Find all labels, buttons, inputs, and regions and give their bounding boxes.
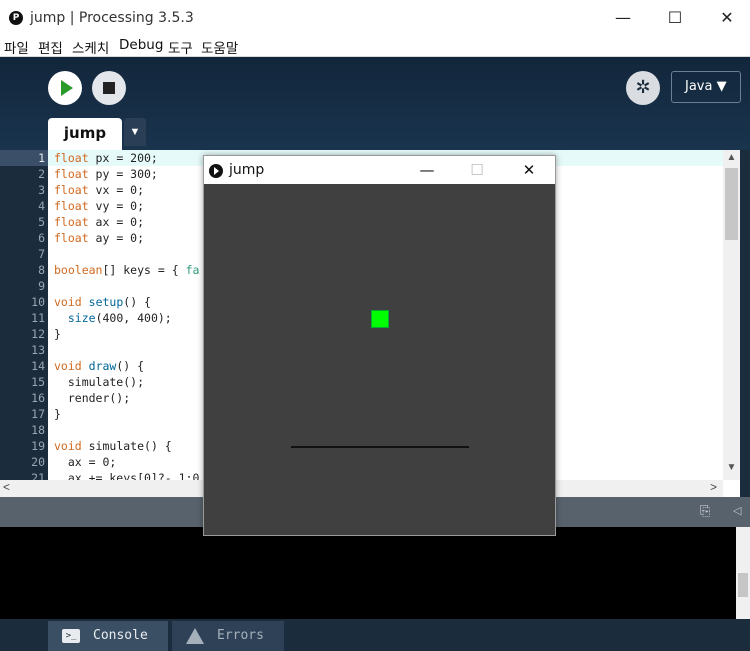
line-number: 6 bbox=[38, 231, 45, 245]
menu-debug[interactable]: Debug bbox=[119, 37, 163, 53]
line-number: 1 bbox=[38, 151, 45, 165]
processing-icon: P bbox=[9, 11, 23, 25]
title-bar: P jump | Processing 3.5.3 — ☐ ✕ bbox=[0, 0, 750, 35]
window-title: jump | Processing 3.5.3 bbox=[30, 10, 194, 26]
line-number: 16 bbox=[31, 391, 45, 405]
console-icon: >_ bbox=[62, 629, 80, 643]
debug-butterfly-icon[interactable]: ✲ bbox=[626, 71, 660, 105]
code-line: float px = 200; bbox=[54, 151, 158, 165]
close-button[interactable]: ✕ bbox=[704, 0, 750, 35]
tab-menu-arrow-icon[interactable]: ▼ bbox=[124, 118, 146, 146]
tab-errors[interactable]: Errors bbox=[172, 621, 284, 651]
code-line: ax += keys[0]?-.1:0 bbox=[54, 471, 200, 480]
code-line: simulate(); bbox=[54, 375, 145, 389]
menu-bar: 파일 편집 스케치 Debug 도구 도움말 bbox=[0, 35, 750, 57]
menu-help[interactable]: 도움말 bbox=[201, 37, 238, 57]
sketch-maximize-button: ☐ bbox=[470, 161, 484, 179]
tab-jump[interactable]: jump bbox=[48, 118, 122, 150]
copy-icon[interactable]: ⎘ bbox=[700, 503, 710, 519]
menu-tools[interactable]: 도구 bbox=[168, 37, 193, 57]
line-number-gutter: 1 2 3 4 5 6 7 8 9 10 11 12 13 14 15 16 1… bbox=[0, 150, 48, 485]
code-line: render(); bbox=[54, 391, 131, 405]
ground-line bbox=[291, 446, 469, 448]
tab-console[interactable]: >_ Console bbox=[48, 621, 168, 651]
code-line: } bbox=[54, 407, 61, 421]
line-number: 5 bbox=[38, 215, 45, 229]
line-number: 17 bbox=[31, 407, 45, 421]
line-number: 14 bbox=[31, 359, 45, 373]
line-number: 10 bbox=[31, 295, 45, 309]
console-tab-bar: >_ Console Errors bbox=[0, 619, 750, 651]
line-number: 19 bbox=[31, 439, 45, 453]
sketch-minimize-button[interactable]: — bbox=[407, 156, 447, 184]
sketch-canvas[interactable] bbox=[204, 184, 555, 535]
editor-vertical-scrollbar[interactable]: ▲ ▼ bbox=[723, 150, 740, 480]
code-line: } bbox=[54, 327, 61, 341]
player-square bbox=[371, 310, 389, 328]
console-scrollbar[interactable] bbox=[736, 527, 750, 619]
line-number: 11 bbox=[31, 311, 45, 325]
scrollbar-thumb[interactable] bbox=[725, 168, 738, 240]
minimize-button[interactable]: — bbox=[600, 0, 646, 35]
line-number: 13 bbox=[31, 343, 45, 357]
run-button[interactable] bbox=[48, 71, 82, 105]
scrollbar-thumb[interactable] bbox=[738, 573, 748, 597]
line-number: 18 bbox=[31, 423, 45, 437]
console-output[interactable] bbox=[0, 527, 736, 619]
line-number: 2 bbox=[38, 167, 45, 181]
menu-file[interactable]: 파일 bbox=[4, 37, 29, 57]
scroll-left-icon[interactable]: < bbox=[3, 480, 10, 494]
line-number: 7 bbox=[38, 247, 45, 261]
scroll-down-icon[interactable]: ▼ bbox=[723, 462, 740, 473]
code-line: float vy = 0; bbox=[54, 199, 145, 213]
code-line: void draw() { bbox=[54, 359, 145, 373]
warning-icon bbox=[186, 628, 204, 644]
processing-run-icon bbox=[209, 164, 223, 178]
line-number: 3 bbox=[38, 183, 45, 197]
sketch-window-title: jump bbox=[229, 162, 265, 178]
code-line: float ax = 0; bbox=[54, 215, 145, 229]
sketch-window[interactable]: jump — ☐ ✕ bbox=[203, 155, 556, 536]
menu-edit[interactable]: 편집 bbox=[38, 37, 63, 57]
code-line: float vx = 0; bbox=[54, 183, 145, 197]
toolbar: ✲ Java ▼ jump ▼ bbox=[0, 57, 750, 150]
scroll-right-icon[interactable]: > bbox=[710, 480, 717, 494]
maximize-button[interactable]: ☐ bbox=[652, 0, 698, 35]
line-number: 9 bbox=[38, 279, 45, 293]
code-line: ax = 0; bbox=[54, 455, 117, 469]
sketch-close-button[interactable]: ✕ bbox=[509, 156, 549, 184]
line-number: 4 bbox=[38, 199, 45, 213]
line-number: 8 bbox=[38, 263, 45, 277]
stop-button[interactable] bbox=[92, 71, 126, 105]
line-number: 15 bbox=[31, 375, 45, 389]
line-number: 20 bbox=[31, 455, 45, 469]
scroll-up-icon[interactable]: ▲ bbox=[723, 152, 740, 163]
code-line: float py = 300; bbox=[54, 167, 158, 181]
menu-sketch[interactable]: 스케치 bbox=[72, 37, 109, 57]
code-line: void setup() { bbox=[54, 295, 151, 309]
code-line: boolean[] keys = { fa bbox=[54, 263, 200, 277]
line-number: 12 bbox=[31, 327, 45, 341]
code-line: size(400, 400); bbox=[67, 311, 172, 325]
collapse-arrow-icon[interactable]: ◁ bbox=[733, 504, 741, 517]
code-line: void simulate() { bbox=[54, 439, 172, 453]
mode-select[interactable]: Java ▼ bbox=[671, 71, 741, 103]
code-line: float ay = 0; bbox=[54, 231, 145, 245]
